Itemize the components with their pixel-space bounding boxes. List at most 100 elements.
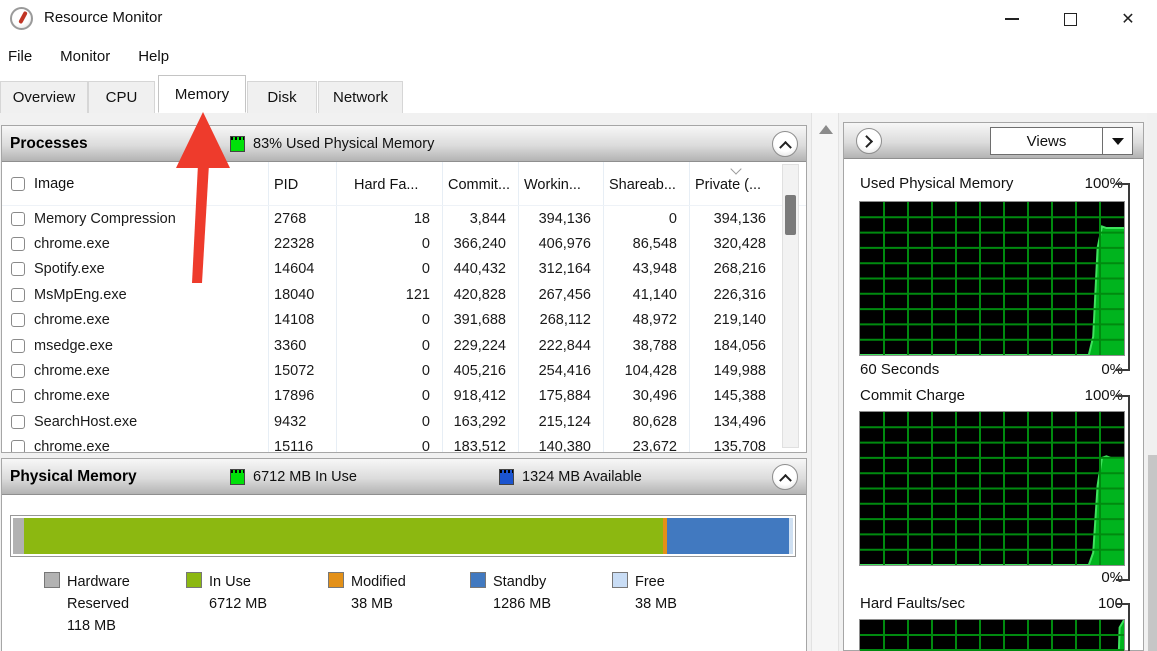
cell-working: 175,884 bbox=[519, 383, 604, 410]
close-button[interactable]: ✕ bbox=[1099, 0, 1157, 38]
process-checkbox[interactable] bbox=[11, 313, 25, 328]
process-image-name: chrome.exe bbox=[34, 388, 110, 405]
processes-section-header[interactable]: Processes 83% Used Physical Memory bbox=[2, 126, 806, 162]
legend-item-standby: Standby 1286 MB bbox=[470, 571, 612, 637]
process-checkbox[interactable] bbox=[11, 237, 25, 252]
views-label: Views bbox=[1026, 132, 1067, 150]
process-checkbox[interactable] bbox=[11, 364, 25, 379]
process-checkbox[interactable] bbox=[11, 440, 25, 452]
menu-monitor[interactable]: Monitor bbox=[60, 44, 124, 69]
collapse-physical-memory-button[interactable] bbox=[772, 464, 798, 490]
cell-working: 268,112 bbox=[519, 307, 604, 333]
bar-segment-hardware-reserved bbox=[13, 518, 25, 554]
table-row[interactable]: chrome.exe 15072 0 405,216 254,416 104,428 149… bbox=[2, 358, 806, 384]
cell-commit: 229,224 bbox=[443, 332, 519, 359]
left-pane-scrollbar[interactable] bbox=[811, 113, 839, 651]
hard-faults-graph bbox=[859, 619, 1125, 651]
table-row[interactable]: msedge.exe 3360 0 229,224 222,844 38,788 184,0… bbox=[2, 332, 806, 359]
cell-commit: 440,432 bbox=[443, 256, 519, 283]
cell-pid: 9432 bbox=[269, 409, 337, 435]
table-row[interactable]: chrome.exe 17896 0 918,412 175,884 30,496 145,… bbox=[2, 383, 806, 410]
process-checkbox[interactable] bbox=[11, 287, 25, 302]
tab-memory[interactable]: Memory bbox=[158, 75, 246, 113]
bar-segment-in-use bbox=[24, 518, 664, 554]
close-icon: ✕ bbox=[1121, 11, 1135, 28]
scrollbar-thumb[interactable] bbox=[785, 195, 796, 235]
cell-private: 320,428 bbox=[713, 236, 766, 253]
table-row[interactable]: chrome.exe 14108 0 391,688 268,112 48,972 219,… bbox=[2, 307, 806, 333]
tab-network[interactable]: Network bbox=[318, 81, 403, 113]
cell-shareable: 0 bbox=[604, 206, 690, 232]
window-title: Resource Monitor bbox=[44, 9, 163, 26]
column-header-shareable[interactable]: Shareab... bbox=[604, 162, 690, 205]
cell-pid: 2768 bbox=[269, 206, 337, 232]
cell-shareable: 86,548 bbox=[604, 231, 690, 257]
cell-working: 267,456 bbox=[519, 282, 604, 308]
select-all-checkbox[interactable] bbox=[11, 176, 25, 191]
maximize-button[interactable] bbox=[1041, 0, 1099, 38]
table-row[interactable]: chrome.exe 22328 0 366,240 406,976 86,548 320,… bbox=[2, 231, 806, 257]
processes-title: Processes bbox=[10, 134, 88, 152]
collapse-graphs-button[interactable] bbox=[856, 128, 882, 154]
column-header-working[interactable]: Workin... bbox=[519, 162, 604, 205]
table-row[interactable]: SearchHost.exe 9432 0 163,292 215,124 80,628 1… bbox=[2, 409, 806, 435]
cell-pid: 22328 bbox=[269, 231, 337, 257]
tab-disk[interactable]: Disk bbox=[247, 81, 317, 113]
table-row[interactable]: chrome.exe 15116 0 183,512 140,380 23,672 135,… bbox=[2, 434, 806, 452]
process-checkbox[interactable] bbox=[11, 262, 25, 277]
memory-composition-bar bbox=[10, 515, 796, 557]
column-header-hard_faults[interactable]: Hard Fa... bbox=[337, 162, 443, 205]
process-checkbox[interactable] bbox=[11, 389, 25, 404]
menu-file[interactable]: File bbox=[8, 44, 46, 69]
cell-shareable: 30,496 bbox=[604, 383, 690, 410]
cell-pid: 17896 bbox=[269, 383, 337, 410]
cell-working: 222,844 bbox=[519, 332, 604, 359]
cell-shareable: 23,672 bbox=[604, 434, 690, 452]
cell-private: 134,496 bbox=[713, 413, 766, 430]
table-row[interactable]: Spotify.exe 14604 0 440,432 312,164 43,948 268… bbox=[2, 256, 806, 283]
process-table-scrollbar[interactable] bbox=[782, 164, 799, 448]
title-bar: Resource Monitor ✕ bbox=[0, 0, 1157, 38]
cell-hard_faults: 0 bbox=[337, 307, 443, 333]
cell-image: SearchHost.exe bbox=[2, 409, 269, 435]
graphs-panel: Views Used Physical Memory 100% 60 Secon… bbox=[843, 122, 1144, 651]
scroll-up-arrow-icon[interactable] bbox=[819, 125, 833, 134]
cell-private: 135,708 bbox=[713, 439, 766, 452]
process-image-name: chrome.exe bbox=[34, 312, 110, 329]
views-dropdown[interactable]: Views bbox=[990, 127, 1133, 155]
views-dropdown-arrow[interactable] bbox=[1102, 128, 1132, 154]
physical-memory-section-header[interactable]: Physical Memory 6712 MB In Use 1324 MB A… bbox=[2, 459, 806, 495]
column-header-commit[interactable]: Commit... bbox=[443, 162, 519, 205]
process-image-name: chrome.exe bbox=[34, 363, 110, 380]
cell-shareable: 38,788 bbox=[604, 332, 690, 359]
process-image-name: msedge.exe bbox=[34, 337, 113, 354]
graph1-xlabel: 60 Seconds bbox=[860, 361, 940, 378]
cell-private: 149,988 bbox=[713, 363, 766, 380]
graph2-scale-bracket bbox=[1116, 395, 1130, 581]
cell-commit: 391,688 bbox=[443, 307, 519, 333]
table-row[interactable]: Memory Compression 2768 18 3,844 394,136 0 394… bbox=[2, 206, 806, 232]
table-row[interactable]: MsMpEng.exe 18040 121 420,828 267,456 41,140 2… bbox=[2, 282, 806, 308]
column-header-image[interactable]: Image bbox=[2, 162, 269, 205]
legend-swatch bbox=[328, 572, 344, 588]
graph1-title: Used Physical Memory bbox=[860, 175, 1014, 192]
minimize-button[interactable] bbox=[983, 0, 1041, 38]
collapse-processes-button[interactable] bbox=[772, 131, 798, 157]
tab-overview[interactable]: Overview bbox=[0, 81, 88, 113]
process-checkbox[interactable] bbox=[11, 414, 25, 429]
column-header-pid[interactable]: PID bbox=[269, 162, 337, 205]
cell-pid: 3360 bbox=[269, 332, 337, 359]
graphs-panel-scrollbar[interactable] bbox=[1147, 113, 1157, 651]
tab-cpu[interactable]: CPU bbox=[88, 81, 155, 113]
chevron-up-icon bbox=[778, 140, 792, 154]
cell-image: chrome.exe bbox=[2, 358, 269, 384]
cell-shareable: 41,140 bbox=[604, 282, 690, 308]
process-checkbox[interactable] bbox=[11, 338, 25, 353]
process-checkbox[interactable] bbox=[11, 211, 25, 226]
legend-label: Modified 38 MB bbox=[351, 574, 406, 612]
process-image-name: Memory Compression bbox=[34, 210, 176, 227]
menu-help[interactable]: Help bbox=[138, 44, 183, 69]
cell-private: 226,316 bbox=[713, 286, 766, 303]
bar-segment-free bbox=[789, 518, 793, 554]
scrollbar-thumb[interactable] bbox=[1148, 455, 1157, 651]
